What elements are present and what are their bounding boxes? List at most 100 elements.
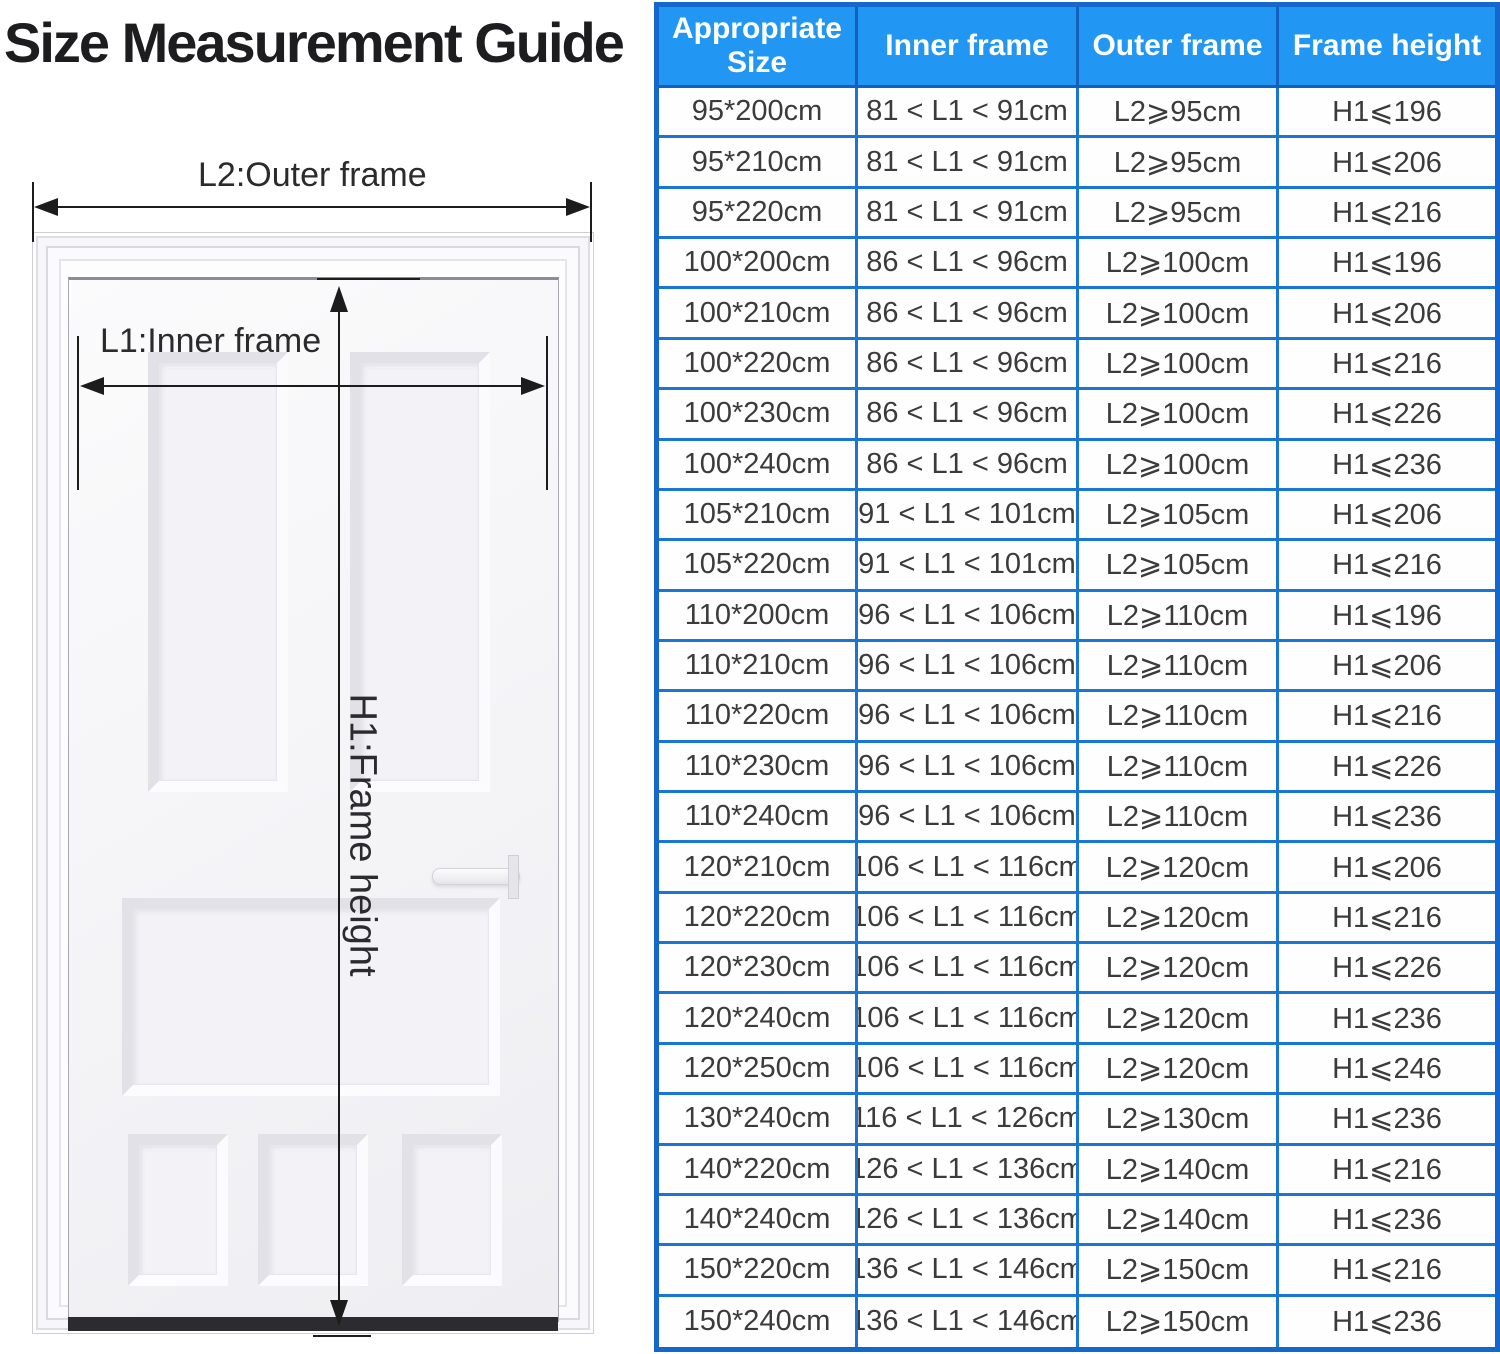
table-row: 110*220cm96 < L1 < 106cmL2⩾110cmH1⩽216 <box>659 692 1495 742</box>
table-cell: 120*250cm <box>659 1045 858 1095</box>
table-cell: H1⩽216 <box>1279 894 1495 944</box>
table-cell: 136 < L1 < 146cm <box>858 1246 1079 1296</box>
table-cell: 105*210cm <box>659 491 858 541</box>
table-cell: 95*210cm <box>659 138 858 188</box>
door-threshold <box>68 1317 558 1331</box>
frame-height-label: H1:Frame height <box>341 693 384 976</box>
table-cell: H1⩽236 <box>1279 1196 1495 1246</box>
table-cell: L2⩾130cm <box>1079 1095 1279 1145</box>
table-cell: 81 < L1 < 91cm <box>858 138 1079 188</box>
table-cell: H1⩽206 <box>1279 491 1495 541</box>
table-header-cell: Appropriate Size <box>659 7 858 88</box>
table-row: 105*210cm91 < L1 < 101cmL2⩾105cmH1⩽206 <box>659 491 1495 541</box>
table-header-cell: Outer frame <box>1079 7 1279 88</box>
table-cell: L2⩾100cm <box>1079 441 1279 491</box>
table-row: 110*230cm96 < L1 < 106cmL2⩾110cmH1⩽226 <box>659 743 1495 793</box>
table-cell: H1⩽206 <box>1279 642 1495 692</box>
table-cell: L2⩾100cm <box>1079 289 1279 339</box>
table-cell: H1⩽236 <box>1279 441 1495 491</box>
table-cell: H1⩽216 <box>1279 1146 1495 1196</box>
door-panel-bottom-mid <box>258 1134 368 1286</box>
table-cell: L2⩾120cm <box>1079 994 1279 1044</box>
table-cell: H1⩽206 <box>1279 138 1495 188</box>
table-cell: H1⩽206 <box>1279 843 1495 893</box>
table-row: 95*200cm81 < L1 < 91cmL2⩾95cmH1⩽196 <box>659 88 1495 138</box>
table-row: 100*210cm86 < L1 < 96cmL2⩾100cmH1⩽206 <box>659 289 1495 339</box>
table-row: 150*240cm136 < L1 < 146cmL2⩾150cmH1⩽236 <box>659 1297 1495 1347</box>
table-cell: 106 < L1 < 116cm <box>858 944 1079 994</box>
table-row: 120*240cm106 < L1 < 116cmL2⩾120cmH1⩽236 <box>659 994 1495 1044</box>
table-row: 95*210cm81 < L1 < 91cmL2⩾95cmH1⩽206 <box>659 138 1495 188</box>
table-cell: 96 < L1 < 106cm <box>858 743 1079 793</box>
table-cell: H1⩽226 <box>1279 743 1495 793</box>
table-cell: 96 < L1 < 106cm <box>858 793 1079 843</box>
table-cell: 106 < L1 < 116cm <box>858 843 1079 893</box>
table-row: 100*200cm86 < L1 < 96cmL2⩾100cmH1⩽196 <box>659 239 1495 289</box>
table-row: 105*220cm91 < L1 < 101cmL2⩾105cmH1⩽216 <box>659 541 1495 591</box>
table-cell: L2⩾150cm <box>1079 1297 1279 1347</box>
table-cell: L2⩾120cm <box>1079 843 1279 893</box>
table-cell: H1⩽236 <box>1279 1297 1495 1347</box>
table-cell: 100*210cm <box>659 289 858 339</box>
table-cell: 91 < L1 < 101cm <box>858 541 1079 591</box>
table-cell: H1⩽216 <box>1279 340 1495 390</box>
table-cell: 120*220cm <box>659 894 858 944</box>
table-cell: 140*220cm <box>659 1146 858 1196</box>
door-panel-top-left <box>148 352 288 792</box>
table-cell: L2⩾100cm <box>1079 340 1279 390</box>
table-cell: 86 < L1 < 96cm <box>858 340 1079 390</box>
table-row: 120*230cm106 < L1 < 116cmL2⩾120cmH1⩽226 <box>659 944 1495 994</box>
table-cell: H1⩽226 <box>1279 944 1495 994</box>
table-row: 100*240cm86 < L1 < 96cmL2⩾100cmH1⩽236 <box>659 441 1495 491</box>
table-cell: H1⩽236 <box>1279 793 1495 843</box>
table-cell: H1⩽236 <box>1279 994 1495 1044</box>
table-cell: L2⩾120cm <box>1079 1045 1279 1095</box>
table-cell: 106 < L1 < 116cm <box>858 994 1079 1044</box>
table-cell: 130*240cm <box>659 1095 858 1145</box>
table-cell: L2⩾120cm <box>1079 894 1279 944</box>
door-handle-plate <box>508 855 519 899</box>
table-cell: 86 < L1 < 96cm <box>858 239 1079 289</box>
table-cell: H1⩽216 <box>1279 1246 1495 1296</box>
table-header-cell: Frame height <box>1279 7 1495 88</box>
table-cell: H1⩽196 <box>1279 239 1495 289</box>
table-cell: 86 < L1 < 96cm <box>858 441 1079 491</box>
table-cell: 96 < L1 < 106cm <box>858 692 1079 742</box>
table-row: 130*240cm116 < L1 < 126cmL2⩾130cmH1⩽236 <box>659 1095 1495 1145</box>
table-cell: L2⩾140cm <box>1079 1196 1279 1246</box>
table-row: 150*220cm136 < L1 < 146cmL2⩾150cmH1⩽216 <box>659 1246 1495 1296</box>
table-cell: 150*220cm <box>659 1246 858 1296</box>
table-cell: 86 < L1 < 96cm <box>858 390 1079 440</box>
table-cell: 91 < L1 < 101cm <box>858 491 1079 541</box>
table-cell: H1⩽216 <box>1279 189 1495 239</box>
table-cell: 106 < L1 < 116cm <box>858 1045 1079 1095</box>
table-cell: H1⩽196 <box>1279 88 1495 138</box>
table-cell: L2⩾100cm <box>1079 239 1279 289</box>
table-cell: L2⩾95cm <box>1079 138 1279 188</box>
table-row: 140*220cm126 < L1 < 136cmL2⩾140cmH1⩽216 <box>659 1146 1495 1196</box>
table-cell: L2⩾110cm <box>1079 743 1279 793</box>
table-cell: H1⩽226 <box>1279 390 1495 440</box>
table-row: 100*220cm86 < L1 < 96cmL2⩾100cmH1⩽216 <box>659 340 1495 390</box>
table-cell: 110*230cm <box>659 743 858 793</box>
table-cell: H1⩽206 <box>1279 289 1495 339</box>
table-row: 120*220cm106 < L1 < 116cmL2⩾120cmH1⩽216 <box>659 894 1495 944</box>
table-cell: 110*200cm <box>659 592 858 642</box>
table-cell: 100*230cm <box>659 390 858 440</box>
table-cell: L2⩾150cm <box>1079 1246 1279 1296</box>
outer-frame-label: L2:Outer frame <box>198 156 427 195</box>
table-cell: L2⩾110cm <box>1079 642 1279 692</box>
table-cell: 110*220cm <box>659 692 858 742</box>
table-cell: 86 < L1 < 96cm <box>858 289 1079 339</box>
door-handle <box>432 868 520 885</box>
table-row: 100*230cm86 < L1 < 96cmL2⩾100cmH1⩽226 <box>659 390 1495 440</box>
table-cell: H1⩽216 <box>1279 692 1495 742</box>
table-cell: L2⩾100cm <box>1079 390 1279 440</box>
table-cell: 120*210cm <box>659 843 858 893</box>
table-row: 110*210cm96 < L1 < 106cmL2⩾110cmH1⩽206 <box>659 642 1495 692</box>
table-cell: 126 < L1 < 136cm <box>858 1146 1079 1196</box>
table-row: 120*210cm106 < L1 < 116cmL2⩾120cmH1⩽206 <box>659 843 1495 893</box>
door-panel-bottom-right <box>402 1134 502 1286</box>
table-row: 140*240cm126 < L1 < 136cmL2⩾140cmH1⩽236 <box>659 1196 1495 1246</box>
table-cell: 110*210cm <box>659 642 858 692</box>
